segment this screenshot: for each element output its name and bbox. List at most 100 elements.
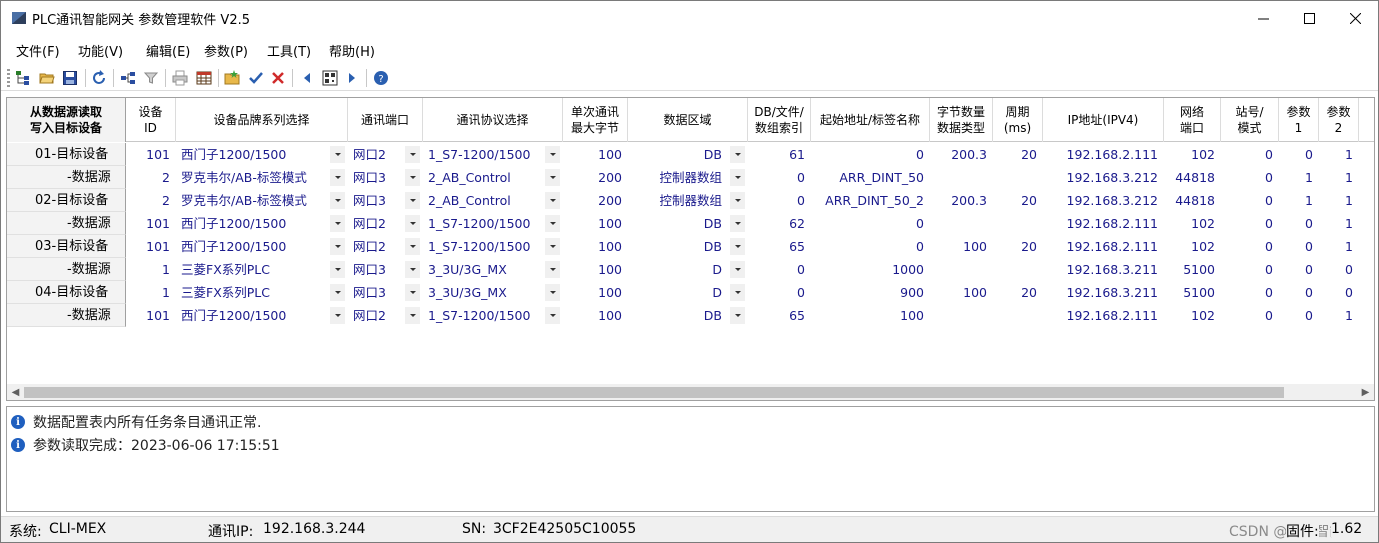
next-button[interactable] bbox=[342, 68, 362, 88]
col-header-index[interactable]: DB/文件/ 数组索引 bbox=[748, 98, 811, 142]
cell-p2[interactable]: 1 bbox=[1319, 304, 1359, 327]
cell-area[interactable]: DB bbox=[628, 235, 728, 258]
row-header[interactable]: -数据源 bbox=[7, 212, 126, 235]
cell-index[interactable]: 0 bbox=[748, 258, 811, 281]
cell-area[interactable]: 控制器数组 bbox=[628, 166, 728, 189]
cell-brand[interactable]: 罗克韦尔/AB-标签模式 bbox=[176, 189, 328, 212]
menu-help[interactable]: 帮助(H) bbox=[329, 41, 375, 60]
cell-area[interactable]: DB bbox=[628, 212, 728, 235]
cell-area[interactable]: D bbox=[628, 258, 728, 281]
cell-index[interactable]: 0 bbox=[748, 189, 811, 212]
cell-p1[interactable]: 1 bbox=[1279, 166, 1319, 189]
dropdown-arrow-icon[interactable] bbox=[730, 284, 745, 301]
table-row[interactable]: 03-目标设备 101 西门子1200/1500 网口2 1_S7-1200/1500 1… bbox=[7, 235, 1374, 258]
cell-protocol[interactable]: 2_AB_Control bbox=[423, 189, 545, 212]
cell-netport[interactable]: 102 bbox=[1164, 304, 1221, 327]
table-row[interactable]: -数据源 101 西门子1200/1500 网口2 1_S7-1200/1500 100 D… bbox=[7, 304, 1374, 327]
cell-bytes[interactable] bbox=[930, 258, 993, 281]
dropdown-arrow-icon[interactable] bbox=[545, 238, 560, 255]
dropdown-arrow-icon[interactable] bbox=[730, 215, 745, 232]
cell-address[interactable]: 0 bbox=[811, 212, 930, 235]
cell-ip[interactable]: 192.168.3.211 bbox=[1043, 258, 1164, 281]
cell-index[interactable]: 61 bbox=[748, 143, 811, 166]
cell-period[interactable]: 20 bbox=[993, 189, 1043, 212]
dropdown-arrow-icon[interactable] bbox=[405, 238, 420, 255]
dropdown-arrow-icon[interactable] bbox=[405, 307, 420, 324]
cell-ip[interactable]: 192.168.2.111 bbox=[1043, 304, 1164, 327]
dropdown-arrow-icon[interactable] bbox=[545, 284, 560, 301]
cell-netport[interactable]: 102 bbox=[1164, 143, 1221, 166]
cell-index[interactable]: 0 bbox=[748, 166, 811, 189]
cell-maxbytes[interactable]: 100 bbox=[563, 235, 628, 258]
cell-protocol[interactable]: 1_S7-1200/1500 bbox=[423, 212, 545, 235]
cell-address[interactable]: 1000 bbox=[811, 258, 930, 281]
cell-station[interactable]: 0 bbox=[1221, 143, 1279, 166]
cell-maxbytes[interactable]: 100 bbox=[563, 212, 628, 235]
col-header-area[interactable]: 数据区域 bbox=[628, 98, 748, 142]
cell-netport[interactable]: 5100 bbox=[1164, 281, 1221, 304]
cell-brand[interactable]: 西门子1200/1500 bbox=[176, 235, 328, 258]
cell-p1[interactable]: 0 bbox=[1279, 281, 1319, 304]
dropdown-arrow-icon[interactable] bbox=[730, 261, 745, 278]
dropdown-arrow-icon[interactable] bbox=[330, 284, 345, 301]
cell-id[interactable]: 2 bbox=[126, 189, 176, 212]
cell-p2[interactable]: 1 bbox=[1319, 143, 1359, 166]
cell-port[interactable]: 网口2 bbox=[348, 304, 403, 327]
col-header-id[interactable]: 设备 ID bbox=[126, 98, 176, 142]
col-header-netport[interactable]: 网络 端口 bbox=[1164, 98, 1221, 142]
cell-port[interactable]: 网口2 bbox=[348, 143, 403, 166]
col-header-param1[interactable]: 参数 1 bbox=[1279, 98, 1319, 142]
cell-index[interactable]: 62 bbox=[748, 212, 811, 235]
cell-id[interactable]: 101 bbox=[126, 235, 176, 258]
cell-ip[interactable]: 192.168.2.111 bbox=[1043, 235, 1164, 258]
col-header-bytes[interactable]: 字节数量 数据类型 bbox=[930, 98, 993, 142]
cell-id[interactable]: 2 bbox=[126, 166, 176, 189]
print-button[interactable] bbox=[170, 68, 190, 88]
dropdown-arrow-icon[interactable] bbox=[730, 238, 745, 255]
cell-area[interactable]: DB bbox=[628, 143, 728, 166]
cell-port[interactable]: 网口3 bbox=[348, 258, 403, 281]
cell-ip[interactable]: 192.168.2.111 bbox=[1043, 212, 1164, 235]
cell-address[interactable]: 100 bbox=[811, 304, 930, 327]
maximize-button[interactable] bbox=[1286, 1, 1332, 35]
scroll-left-icon[interactable]: ◀ bbox=[7, 384, 24, 400]
cell-station[interactable]: 0 bbox=[1221, 235, 1279, 258]
dropdown-arrow-icon[interactable] bbox=[405, 169, 420, 186]
menu-function[interactable]: 功能(V) bbox=[78, 41, 123, 60]
cell-bytes[interactable] bbox=[930, 166, 993, 189]
cell-p2[interactable]: 1 bbox=[1319, 235, 1359, 258]
qr-button[interactable] bbox=[320, 68, 340, 88]
dropdown-arrow-icon[interactable] bbox=[330, 146, 345, 163]
cell-protocol[interactable]: 3_3U/3G_MX bbox=[423, 258, 545, 281]
cell-id[interactable]: 1 bbox=[126, 258, 176, 281]
dropdown-arrow-icon[interactable] bbox=[330, 261, 345, 278]
cell-p1[interactable]: 0 bbox=[1279, 212, 1319, 235]
cell-id[interactable]: 1 bbox=[126, 281, 176, 304]
folder-star-button[interactable] bbox=[222, 68, 242, 88]
dropdown-arrow-icon[interactable] bbox=[545, 192, 560, 209]
minimize-button[interactable] bbox=[1240, 1, 1286, 35]
cell-period[interactable]: 20 bbox=[993, 281, 1043, 304]
cell-index[interactable]: 0 bbox=[748, 281, 811, 304]
cell-address[interactable]: ARR_DINT_50_2 bbox=[811, 189, 930, 212]
table-button[interactable] bbox=[194, 68, 214, 88]
cell-address[interactable]: ARR_DINT_50 bbox=[811, 166, 930, 189]
scroll-right-icon[interactable]: ▶ bbox=[1357, 384, 1374, 400]
prev-button[interactable] bbox=[297, 68, 317, 88]
cell-brand[interactable]: 三菱FX系列PLC bbox=[176, 258, 328, 281]
table-row[interactable]: -数据源 2 罗克韦尔/AB-标签模式 网口3 2_AB_Control 200 控制器数组… bbox=[7, 166, 1374, 189]
cell-netport[interactable]: 102 bbox=[1164, 212, 1221, 235]
dropdown-arrow-icon[interactable] bbox=[545, 261, 560, 278]
dropdown-arrow-icon[interactable] bbox=[330, 238, 345, 255]
dropdown-arrow-icon[interactable] bbox=[730, 307, 745, 324]
cell-bytes[interactable]: 200.3 bbox=[930, 143, 993, 166]
cell-station[interactable]: 0 bbox=[1221, 189, 1279, 212]
cell-ip[interactable]: 192.168.3.212 bbox=[1043, 189, 1164, 212]
cell-maxbytes[interactable]: 100 bbox=[563, 258, 628, 281]
cell-netport[interactable]: 44818 bbox=[1164, 166, 1221, 189]
dropdown-arrow-icon[interactable] bbox=[730, 169, 745, 186]
row-header[interactable]: 02-目标设备 bbox=[7, 189, 126, 212]
col-header-brand[interactable]: 设备品牌系列选择 bbox=[176, 98, 348, 142]
row-header[interactable]: 04-目标设备 bbox=[7, 281, 126, 304]
cell-p2[interactable]: 1 bbox=[1319, 166, 1359, 189]
